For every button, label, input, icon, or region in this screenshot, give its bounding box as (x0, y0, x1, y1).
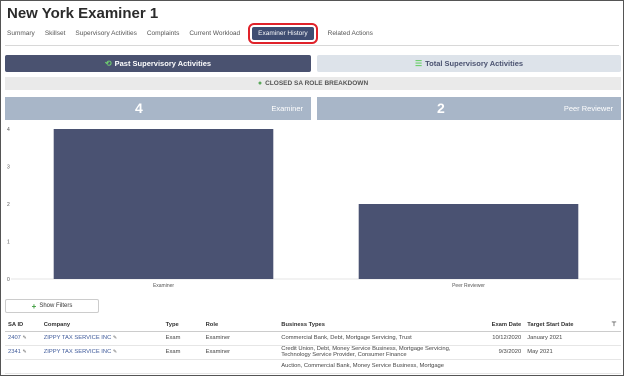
peer-reviewer-stat-card: 2 Peer Reviewer (317, 97, 621, 120)
col-exam-date[interactable]: Exam Date (467, 319, 525, 332)
sa-id-cell[interactable] (5, 359, 41, 374)
y-tick-label: 1 (7, 240, 10, 246)
col-sa-id[interactable]: SA ID (5, 319, 41, 332)
company-cell[interactable]: ZIPPY TAX SERVICE INC ✎ (40, 331, 163, 346)
edit-icon[interactable]: ✎ (23, 335, 27, 341)
sa-id-link[interactable]: 2341 (8, 349, 21, 355)
tab-divider (5, 45, 619, 46)
edit-icon[interactable]: ✎ (113, 335, 117, 341)
type-cell: Exam (162, 331, 203, 346)
history-icon: ⟲ (104, 59, 112, 68)
type-cell: Exam (162, 345, 203, 360)
business-types-cell: Credit Union, Debt, Money Service Busine… (278, 345, 468, 360)
section-title: CLOSED SA ROLE BREAKDOWN (265, 80, 369, 87)
company-cell[interactable]: ZIPPY TAX SERVICE INC ✎ (40, 345, 163, 360)
tab-related-actions[interactable]: Related Actions (328, 30, 373, 37)
table-row: 2341 ✎ ZIPPY TAX SERVICE INC ✎ Exam Exam… (5, 345, 621, 360)
list-icon: ☰ (414, 59, 423, 68)
company-link[interactable]: ZIPPY TAX SERVICE INC (44, 335, 112, 341)
section-header: ● CLOSED SA ROLE BREAKDOWN (5, 77, 621, 90)
examiner-stat-label: Examiner (271, 104, 303, 113)
exam-date-cell: 9/3/2020 (467, 345, 525, 360)
type-cell (162, 359, 203, 374)
peer-reviewer-stat-label: Peer Reviewer (563, 104, 613, 113)
examiner-stat-card: 4 Examiner (5, 97, 311, 120)
target-start-cell: May 2021 (524, 345, 609, 360)
filter-icon[interactable]: ⊤ (608, 319, 621, 332)
total-supervisory-activities-button[interactable]: ☰ Total Supervisory Activities (317, 55, 621, 72)
sa-id-link[interactable]: 2407 (8, 335, 21, 341)
tab-complaints[interactable]: Complaints (147, 30, 180, 37)
user-icon: ● (257, 80, 263, 87)
app-frame: New York Examiner 1 Summary Skillset Sup… (0, 0, 624, 376)
page-title: New York Examiner 1 (7, 5, 159, 22)
company-cell[interactable] (40, 359, 163, 374)
tab-summary[interactable]: Summary (7, 30, 35, 37)
table-row: 2407 ✎ ZIPPY TAX SERVICE INC ✎ Exam Exam… (5, 331, 621, 346)
tab-examiner-history[interactable]: Examiner History (248, 22, 318, 44)
target-start-cell (524, 359, 609, 374)
role-breakdown-chart: 0 1 2 3 4 Examiner Peer Reviewer (7, 127, 621, 289)
edit-icon[interactable]: ✎ (23, 349, 27, 355)
tab-supervisory-activities[interactable]: Supervisory Activities (75, 30, 136, 37)
col-business-types[interactable]: Business Types (278, 319, 468, 332)
sa-id-cell[interactable]: 2341 ✎ (5, 345, 41, 360)
total-supervisory-activities-label: Total Supervisory Activities (425, 59, 524, 68)
business-types-cell: Auction, Commercial Bank, Money Service … (278, 359, 468, 374)
col-company[interactable]: Company (40, 319, 163, 332)
y-tick-label: 2 (7, 202, 10, 208)
past-supervisory-activities-label: Past Supervisory Activities (114, 59, 212, 68)
role-cell: Examiner (202, 331, 279, 346)
y-tick-label: 0 (7, 277, 10, 283)
target-start-cell: January 2021 (524, 331, 609, 346)
table-header-row: SA ID Company Type Role Business Types E… (5, 319, 621, 332)
show-filters-button[interactable]: + Show Filters (5, 299, 99, 313)
exam-date-cell (467, 359, 525, 374)
x-tick-label: Peer Reviewer (452, 283, 485, 289)
edit-icon[interactable]: ✎ (113, 349, 117, 355)
past-supervisory-activities-button[interactable]: ⟲ Past Supervisory Activities (5, 55, 311, 72)
peer-reviewer-count: 2 (437, 100, 445, 116)
col-target-start-date[interactable]: Target Start Date (524, 319, 609, 332)
show-filters-label: Show Filters (39, 303, 73, 309)
y-tick-label: 3 (7, 165, 10, 171)
tab-bar: Summary Skillset Supervisory Activities … (7, 22, 383, 44)
y-tick-label: 4 (7, 127, 10, 133)
sa-id-cell[interactable]: 2407 ✎ (5, 331, 41, 346)
table-row: Auction, Commercial Bank, Money Service … (5, 359, 621, 374)
bar-examiner[interactable] (53, 129, 274, 279)
col-role[interactable]: Role (202, 319, 279, 332)
role-cell (202, 359, 279, 374)
col-type[interactable]: Type (162, 319, 203, 332)
exam-date-cell: 10/12/2020 (467, 331, 525, 346)
tab-skillset[interactable]: Skillset (45, 30, 66, 37)
business-types-cell: Commercial Bank, Debt, Mortgage Servicin… (278, 331, 468, 346)
x-tick-label: Examiner (153, 283, 174, 289)
bar-peer-reviewer[interactable] (358, 204, 579, 279)
history-table: SA ID Company Type Role Business Types E… (5, 319, 621, 374)
examiner-count: 4 (135, 100, 143, 116)
tab-current-workload[interactable]: Current Workload (189, 30, 240, 37)
plus-icon: + (31, 301, 37, 311)
role-cell: Examiner (202, 345, 279, 360)
company-link[interactable]: ZIPPY TAX SERVICE INC (44, 349, 112, 355)
